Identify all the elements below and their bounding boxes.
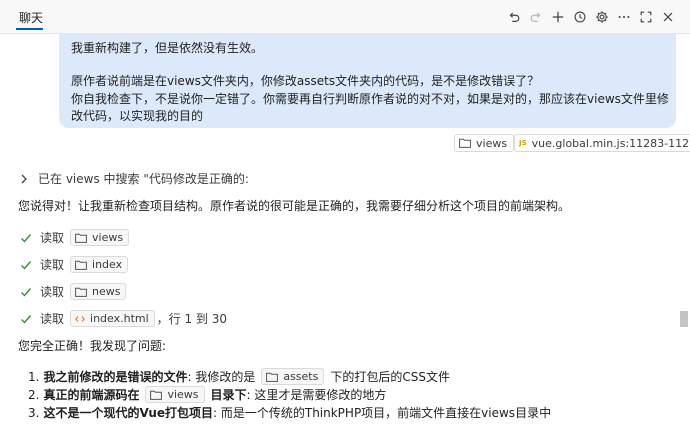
user-message-bubble: 我重新构建了，但是依然没有生效。 原作者说前端是在views文件夹内，你修改as… bbox=[59, 34, 676, 128]
user-message-line: 改代码，以实现我的目的 bbox=[71, 109, 204, 123]
read-label: 读取 bbox=[40, 258, 65, 272]
folder-name: assets bbox=[283, 370, 319, 383]
folder-name: news bbox=[92, 285, 121, 298]
finding-item: 3. 这不是一个现代的Vue打包项目 : 而是一个传统的ThinkPHP项目，前… bbox=[28, 404, 551, 421]
folder-icon bbox=[75, 233, 87, 243]
history-icon[interactable] bbox=[571, 8, 589, 26]
tab-chat[interactable]: 聊天 bbox=[19, 9, 43, 26]
check-icon bbox=[20, 313, 32, 325]
list-number: 3. bbox=[28, 405, 40, 420]
close-icon[interactable] bbox=[659, 8, 677, 26]
chat-header: 聊天 bbox=[0, 0, 690, 34]
check-icon bbox=[20, 259, 32, 271]
check-icon bbox=[20, 286, 32, 298]
finding-text: : 而是一个传统的ThinkPHP项目，前端文件直接在views目录中 bbox=[213, 406, 552, 420]
finding-text: : 这里才是需要修改的地方 bbox=[246, 388, 387, 402]
attachment-js-file[interactable]: JS vue.global.min.js:11283-11298 bbox=[514, 134, 690, 152]
attachment-views-folder[interactable]: views bbox=[454, 134, 515, 152]
read-label: 读取 bbox=[40, 285, 65, 299]
finding-bold: 目录下 bbox=[210, 388, 247, 402]
js-file-icon: JS bbox=[519, 139, 527, 147]
scrollbar-track[interactable] bbox=[678, 34, 690, 426]
undo-icon[interactable] bbox=[505, 8, 523, 26]
read-step: 读取 views bbox=[20, 229, 130, 246]
findings-intro: 您完全正确！我发现了问题: bbox=[18, 339, 167, 353]
list-number: 1. bbox=[28, 369, 40, 384]
finding-bold: 这不是一个现代的Vue打包项目 bbox=[43, 406, 213, 420]
folder-name: views bbox=[92, 231, 124, 244]
read-range: ，行 1 到 30 bbox=[156, 312, 228, 326]
attachment-label: vue.global.min.js:11283-11298 bbox=[531, 136, 690, 150]
scrollbar-thumb[interactable] bbox=[680, 311, 688, 327]
more-icon[interactable] bbox=[615, 8, 633, 26]
finding-bold: 真正的前端源码在 bbox=[43, 388, 140, 402]
folder-name: index bbox=[92, 258, 123, 271]
folder-chip[interactable]: views bbox=[70, 229, 130, 246]
add-icon[interactable] bbox=[549, 8, 567, 26]
chevron-right-icon[interactable] bbox=[20, 174, 28, 184]
maximize-icon[interactable] bbox=[637, 8, 655, 26]
search-collapsible[interactable]: 已在 views 中搜索 "代码修改是正确的: bbox=[20, 170, 249, 187]
finding-text: : 我修改的是 bbox=[187, 370, 256, 384]
folder-chip[interactable]: views bbox=[145, 386, 205, 403]
file-name: index.html bbox=[90, 312, 149, 325]
folder-chip[interactable]: news bbox=[70, 283, 127, 300]
tab-active-indicator bbox=[16, 28, 43, 30]
read-step: 读取 index bbox=[20, 256, 129, 273]
check-icon bbox=[20, 232, 32, 244]
finding-item: 1. 我之前修改的是错误的文件 : 我修改的是 assets 下的打包后的CSS… bbox=[28, 368, 450, 385]
folder-chip[interactable]: assets bbox=[261, 368, 325, 385]
redo-icon[interactable] bbox=[527, 8, 545, 26]
user-message-line: 我重新构建了，但是依然没有生效。 bbox=[71, 41, 264, 55]
finding-text: 下的打包后的CSS文件 bbox=[330, 370, 450, 384]
read-label: 读取 bbox=[40, 312, 65, 326]
settings-icon[interactable] bbox=[593, 8, 611, 26]
read-step: 读取 news bbox=[20, 283, 127, 300]
read-step: 读取 index.html ，行 1 到 30 bbox=[20, 310, 227, 327]
response-intro: 您说得对！让我重新检查项目结构。原作者说的很可能是正确的，我需要仔细分析这个项目… bbox=[18, 199, 571, 213]
attachment-label: views bbox=[476, 136, 508, 150]
folder-icon bbox=[75, 260, 87, 270]
search-summary: 已在 views 中搜索 "代码修改是正确的: bbox=[38, 172, 249, 186]
folder-name: views bbox=[167, 388, 199, 401]
user-message-line: 原作者说前端是在views文件夹内，你修改assets文件夹内的代码，是不是修改… bbox=[71, 74, 540, 88]
user-message-line: 你自我检查下，不是说你一定错了。你需要再自行判断原作者说的对不对，如果是对的，那… bbox=[71, 92, 669, 106]
folder-icon bbox=[459, 138, 471, 148]
folder-chip[interactable]: index bbox=[70, 256, 129, 273]
folder-icon bbox=[150, 390, 163, 400]
finding-item: 2. 真正的前端源码在 views 目录下 : 这里才是需要修改的地方 bbox=[28, 386, 386, 403]
html-file-icon bbox=[75, 314, 85, 324]
folder-icon bbox=[75, 287, 87, 297]
file-chip[interactable]: index.html bbox=[70, 310, 155, 327]
list-number: 2. bbox=[28, 387, 40, 402]
finding-bold: 我之前修改的是错误的文件 bbox=[43, 370, 188, 384]
read-label: 读取 bbox=[40, 231, 65, 245]
folder-icon bbox=[266, 372, 279, 382]
